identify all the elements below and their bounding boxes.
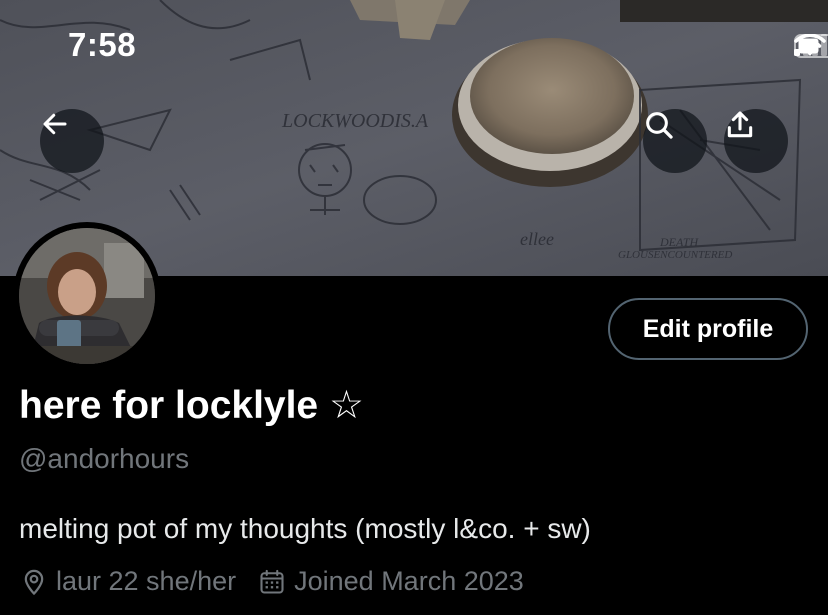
profile-bio: melting pot of my thoughts (mostly l&co.… xyxy=(19,513,591,544)
profile-meta: laur 22 she/her Joined March 2023 xyxy=(20,566,524,597)
location-text: laur 22 she/her xyxy=(56,566,237,596)
banner-sketch-text: LOCKWOODIS.A xyxy=(281,110,429,132)
location-pin-icon xyxy=(24,569,44,595)
share-upload-icon xyxy=(727,111,753,138)
joined-item: Joined March 2023 xyxy=(258,566,524,597)
banner-doodle-text: ellee xyxy=(520,229,554,249)
avatar-image xyxy=(19,228,155,364)
joined-date-text: Joined March 2023 xyxy=(294,566,524,596)
status-time: 7:58 xyxy=(68,26,137,63)
location-item: laur 22 she/her xyxy=(20,566,236,597)
search-button[interactable] xyxy=(643,109,707,173)
search-icon xyxy=(646,112,673,139)
banner-sketch-text-3: GLOUSENCOUNTERED xyxy=(618,249,732,261)
username-handle: @andorhours xyxy=(19,443,190,474)
display-name: here for locklyle ☆ xyxy=(19,384,364,427)
avatar-photo xyxy=(19,228,155,364)
profile-screen: LOCKWOODIS.A DEATH GLOUSENCOUNTERED elle… xyxy=(0,0,828,615)
share-button[interactable] xyxy=(724,109,788,173)
calendar-icon xyxy=(260,569,284,594)
avatar[interactable] xyxy=(13,222,161,370)
banner-sketch-text-2: DEATH xyxy=(659,235,700,249)
battery-icon xyxy=(794,34,828,58)
arrow-left-icon xyxy=(43,113,67,135)
edit-profile-button[interactable]: Edit profile xyxy=(608,298,808,360)
back-button[interactable] xyxy=(40,109,104,173)
